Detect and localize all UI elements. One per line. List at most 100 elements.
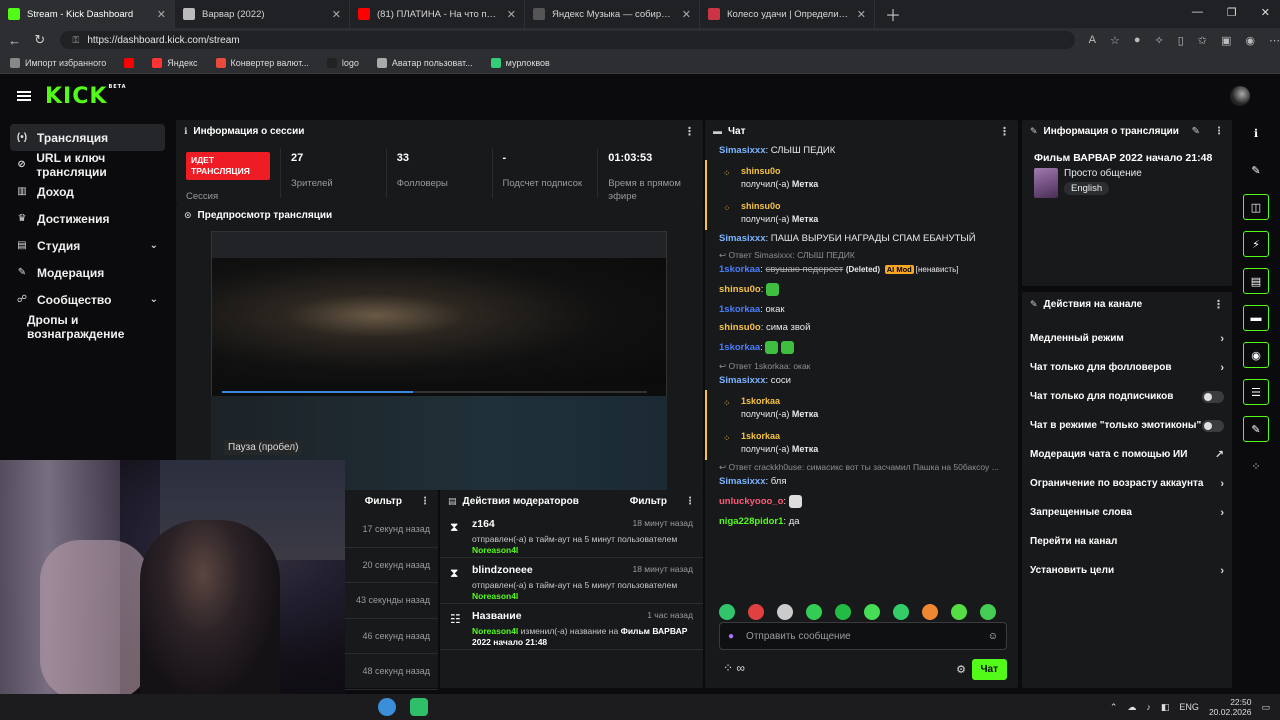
- tab-close-icon[interactable]: ✕: [507, 8, 516, 21]
- tab-close-icon[interactable]: ✕: [857, 8, 866, 21]
- chat-username[interactable]: 1skorkaa: [719, 304, 760, 315]
- reply-reference[interactable]: ↩ Ответ crackkh0use: симасикс вот ты зас…: [705, 460, 1018, 473]
- reward-user[interactable]: shinsu0o: [741, 201, 1004, 211]
- rail-edit-icon[interactable]: ✎: [1243, 157, 1269, 183]
- collections-icon[interactable]: ▣: [1221, 34, 1231, 47]
- rail-chat-icon[interactable]: ▬: [1243, 305, 1269, 331]
- tray-language[interactable]: ENG: [1179, 702, 1199, 712]
- bookmark-item[interactable]: [124, 57, 135, 68]
- nav-item[interactable]: (•) Трансляция: [10, 124, 165, 151]
- nav-item[interactable]: ✎ Модерация: [0, 259, 170, 286]
- rail-document-icon[interactable]: ▤: [1243, 268, 1269, 294]
- quick-emote-icon[interactable]: [864, 604, 880, 620]
- mod-filter-button[interactable]: Фильтр: [630, 496, 667, 507]
- mic-icon[interactable]: ●: [728, 631, 734, 642]
- quick-emote-icon[interactable]: [777, 604, 793, 620]
- quick-emote-icon[interactable]: [980, 604, 996, 620]
- more-menu-icon[interactable]: ⋯: [1269, 34, 1280, 47]
- channel-action[interactable]: Ограничение по возрасту аккаунта ›: [1022, 469, 1232, 498]
- taskbar-app-icon[interactable]: [346, 698, 364, 716]
- tray-cloud-icon[interactable]: ☁: [1127, 702, 1136, 713]
- notifications-icon[interactable]: ▭: [1261, 702, 1270, 713]
- preview-video[interactable]: [211, 231, 667, 401]
- activity-filter-button[interactable]: Фильтр: [365, 496, 402, 507]
- reward-user[interactable]: 1skorkaa: [741, 396, 1004, 406]
- chat-username[interactable]: shinsu0o: [719, 322, 761, 333]
- taskbar-telegram-icon[interactable]: [378, 698, 396, 716]
- rail-camera-icon[interactable]: ◫: [1243, 194, 1269, 220]
- reply-reference[interactable]: ↩ Ответ 1skorkaa: окак: [705, 359, 1018, 372]
- nav-item[interactable]: ☍ Сообщество ⌄: [0, 286, 170, 313]
- taskbar-app2-icon[interactable]: [410, 698, 428, 716]
- channel-action[interactable]: Перейти на канал: [1022, 527, 1232, 556]
- reply-reference[interactable]: ↩ Ответ Simasixxx: СЛЫШ ПЕДИК: [705, 248, 1018, 261]
- chat-username[interactable]: unluckyooo_o: [719, 496, 783, 507]
- favorites-icon[interactable]: ✩: [1198, 34, 1207, 47]
- tray-chevron-icon[interactable]: ⌃: [1110, 702, 1118, 713]
- rail-broadcast-icon[interactable]: ◉: [1243, 342, 1269, 368]
- quick-emote-icon[interactable]: [951, 604, 967, 620]
- read-aloud-icon[interactable]: A: [1089, 34, 1096, 46]
- bookmark-item[interactable]: Конвертер валют...: [215, 57, 309, 68]
- channel-action[interactable]: Медленный режим ›: [1022, 324, 1232, 353]
- nav-item[interactable]: ♛ Достижения: [0, 205, 170, 232]
- channel-action[interactable]: Модерация чата с помощью ИИ ↗: [1022, 440, 1232, 469]
- split-screen-icon[interactable]: ▯: [1178, 34, 1184, 47]
- new-tab-button[interactable]: ＋: [875, 2, 911, 26]
- edit-icon[interactable]: ✎: [1192, 126, 1200, 137]
- profile-icon[interactable]: ◉: [1245, 34, 1255, 47]
- mod-more-icon[interactable]: ⋮: [685, 496, 695, 507]
- favorite-star-icon[interactable]: ☆: [1110, 34, 1120, 47]
- toggle-switch[interactable]: [1202, 390, 1224, 403]
- browser-tab[interactable]: Варвар (2022) ✕: [175, 0, 350, 28]
- channel-action[interactable]: Чат только для фолловеров ›: [1022, 353, 1232, 382]
- stream-info-more-icon[interactable]: ⋮: [1214, 126, 1224, 137]
- nav-item[interactable]: ▥ Доход: [0, 178, 170, 205]
- browser-tab[interactable]: Колесо удачи | Определите побе... ✕: [700, 0, 875, 28]
- chat-settings-icon[interactable]: ⚙: [956, 663, 966, 676]
- nav-item[interactable]: Дропы и вознаграждение: [0, 313, 170, 341]
- menu-icon[interactable]: [17, 89, 31, 103]
- bookmark-item[interactable]: Аватар пользоват...: [376, 57, 473, 68]
- browser-tab[interactable]: Stream - Kick Dashboard ✕: [0, 0, 175, 28]
- tab-close-icon[interactable]: ✕: [682, 8, 691, 21]
- maximize-icon[interactable]: ❐: [1227, 6, 1237, 19]
- channel-action[interactable]: Чат в режиме "только эмотиконы": [1022, 411, 1232, 440]
- chat-input[interactable]: ● Отправить сообщение ☺: [719, 622, 1007, 650]
- bookmark-item[interactable]: мурлоквов: [490, 57, 550, 68]
- extensions-puzzle-icon[interactable]: ✧: [1154, 34, 1163, 47]
- chat-more-icon[interactable]: ⋮: [999, 125, 1010, 138]
- reward-user[interactable]: shinsu0o: [741, 166, 1004, 176]
- site-info-icon[interactable]: ⚿: [72, 35, 79, 46]
- nav-item[interactable]: ⊘ URL и ключ трансляции: [0, 151, 170, 179]
- quick-emote-icon[interactable]: [835, 604, 851, 620]
- chat-username[interactable]: 1skorkaa: [719, 342, 760, 353]
- user-avatar[interactable]: [1230, 86, 1250, 106]
- rail-more-icon[interactable]: ⁘: [1243, 453, 1269, 479]
- tray-volume-icon[interactable]: ♪: [1146, 702, 1151, 712]
- rail-wrench-icon[interactable]: ✎: [1243, 416, 1269, 442]
- quick-emote-icon[interactable]: [748, 604, 764, 620]
- tab-close-icon[interactable]: ✕: [157, 8, 166, 21]
- kick-logo[interactable]: KICKBETA: [45, 84, 127, 109]
- reload-icon[interactable]: ↻: [29, 32, 50, 48]
- browser-tab[interactable]: (81) ПЛАТИНА - На что потратить... ✕: [350, 0, 525, 28]
- quick-emote-icon[interactable]: [806, 604, 822, 620]
- chat-tools-icon[interactable]: ⁘ ∞: [723, 661, 745, 675]
- tab-close-icon[interactable]: ✕: [332, 8, 341, 21]
- chevron-down-icon[interactable]: ⌄: [150, 294, 158, 305]
- url-field[interactable]: ⚿ https://dashboard.kick.com/stream: [60, 31, 1075, 49]
- more-options-icon[interactable]: ⋮: [684, 125, 695, 138]
- chat-username[interactable]: Simasixxx: [719, 145, 765, 156]
- toggle-switch[interactable]: [1202, 419, 1224, 432]
- emoji-icon[interactable]: ☺: [988, 631, 998, 642]
- tray-network-icon[interactable]: ◧: [1161, 702, 1170, 713]
- quick-emote-icon[interactable]: [719, 604, 735, 620]
- chat-username[interactable]: Simasixxx: [719, 233, 765, 244]
- channel-action[interactable]: Чат только для подписчиков: [1022, 382, 1232, 411]
- bookmark-item[interactable]: Яндекс: [152, 57, 198, 68]
- close-window-icon[interactable]: ✕: [1261, 6, 1270, 19]
- channel-action[interactable]: Установить цели ›: [1022, 556, 1232, 585]
- quick-emote-icon[interactable]: [922, 604, 938, 620]
- activity-more-icon[interactable]: ⋮: [420, 496, 430, 507]
